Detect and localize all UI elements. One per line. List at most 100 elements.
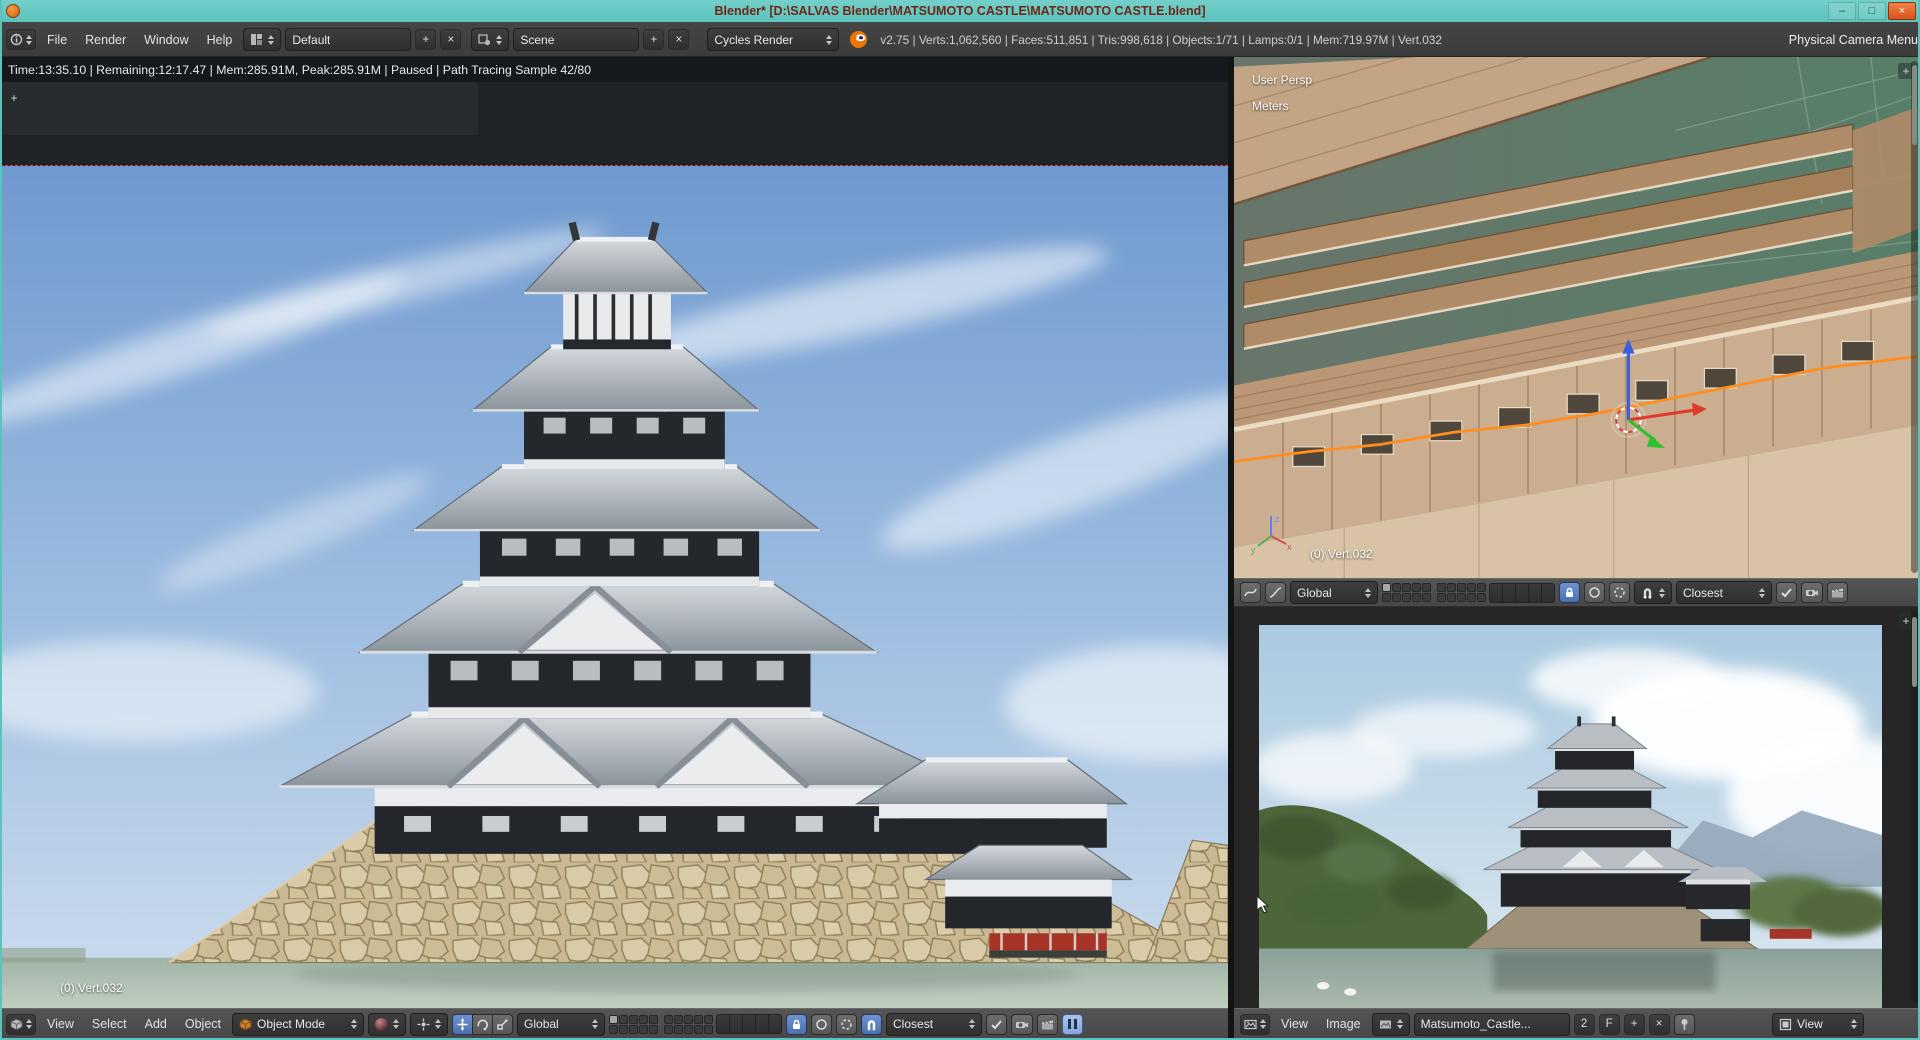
viewport-shading-select[interactable]: [368, 1013, 406, 1036]
pause-render-button[interactable]: [1062, 1014, 1083, 1035]
opengl-render-still-button[interactable]: [1011, 1014, 1033, 1035]
proportional-edit-toggle[interactable]: [811, 1014, 832, 1035]
display-mode-select[interactable]: View: [1772, 1013, 1864, 1036]
menu-select[interactable]: Select: [85, 1017, 134, 1031]
lock-to-scene-toggle[interactable]: [786, 1014, 807, 1035]
layer-cell[interactable]: [674, 1025, 683, 1034]
unlink-image-button[interactable]: ×: [1649, 1014, 1670, 1035]
layer-cell[interactable]: [1392, 583, 1401, 592]
slot-cell[interactable]: [768, 1014, 782, 1034]
menu-add[interactable]: Add: [138, 1017, 174, 1031]
opengl-render-anim-button[interactable]: [1827, 582, 1848, 603]
screen-layout-add-button[interactable]: +: [415, 29, 436, 50]
image-editor-scrollbar[interactable]: [1911, 611, 1918, 1003]
layer-cell[interactable]: [1392, 593, 1401, 602]
layer-cell[interactable]: [1422, 593, 1431, 602]
layer-cell[interactable]: [1382, 583, 1391, 592]
layer-cell[interactable]: [1402, 593, 1411, 602]
mode-select[interactable]: Object Mode: [232, 1013, 364, 1036]
layer-cell[interactable]: [704, 1025, 713, 1034]
image-name-field[interactable]: Matsumoto_Castle...: [1414, 1013, 1570, 1036]
fake-user-button[interactable]: F: [1599, 1014, 1620, 1035]
render-engine-select[interactable]: Cycles Render: [707, 28, 839, 51]
layer-cell[interactable]: [664, 1015, 673, 1024]
proportional-falloff-toggle[interactable]: [836, 1014, 857, 1035]
transform-orientation-select[interactable]: Global: [1290, 581, 1378, 604]
slot-cell[interactable]: [755, 1014, 769, 1034]
layer-cell[interactable]: [1412, 583, 1421, 592]
image-users-button[interactable]: 2: [1574, 1014, 1595, 1035]
opengl-render-anim-button[interactable]: [1037, 1014, 1058, 1035]
layer-cell[interactable]: [1437, 593, 1446, 602]
layer-cell[interactable]: [1477, 593, 1486, 602]
layer-cell[interactable]: [1447, 593, 1456, 602]
layer-cell[interactable]: [684, 1025, 693, 1034]
image-browse[interactable]: [1372, 1013, 1410, 1036]
scene-name[interactable]: Scene: [513, 28, 639, 51]
slot-cell[interactable]: [1541, 583, 1555, 603]
editor-type-button[interactable]: [6, 1014, 36, 1035]
menu-render[interactable]: Render: [78, 33, 133, 47]
layer-cell[interactable]: [1457, 593, 1466, 602]
pin-image-toggle[interactable]: [1674, 1014, 1695, 1035]
lock-to-scene-toggle[interactable]: [1559, 582, 1580, 603]
proportional-edit-toggle[interactable]: [1584, 582, 1605, 603]
layer-cell[interactable]: [1457, 583, 1466, 592]
layer-cell[interactable]: [619, 1025, 628, 1034]
maximize-button[interactable]: □: [1858, 2, 1886, 20]
proportional-falloff-toggle[interactable]: [1609, 582, 1630, 603]
layer-cell[interactable]: [649, 1015, 658, 1024]
screen-layout-browse[interactable]: [243, 28, 281, 51]
slot-cell[interactable]: [729, 1014, 743, 1034]
translate-manipulator-toggle[interactable]: [452, 1014, 473, 1035]
new-image-button[interactable]: +: [1624, 1014, 1645, 1035]
minimize-button[interactable]: –: [1828, 2, 1856, 20]
opengl-render-still-button[interactable]: [1801, 582, 1823, 603]
layer-cell[interactable]: [629, 1015, 638, 1024]
layer-cell[interactable]: [1382, 593, 1391, 602]
snap-element-select[interactable]: Closest: [886, 1013, 982, 1036]
viewport-3d[interactable]: User Persp Meters (0) Vert.032 z x y +: [1234, 57, 1920, 578]
scale-manipulator-toggle[interactable]: [492, 1014, 513, 1035]
proportional-curve-button[interactable]: [1265, 582, 1286, 603]
layer-cell[interactable]: [1447, 583, 1456, 592]
layer-cell[interactable]: [674, 1015, 683, 1024]
layer-cell[interactable]: [704, 1015, 713, 1024]
layer-cell[interactable]: [639, 1025, 648, 1034]
slot-cell[interactable]: [1489, 583, 1503, 603]
render-result-view[interactable]: +: [0, 82, 1228, 1008]
slot-cell[interactable]: [1528, 583, 1542, 603]
slot-cell[interactable]: [716, 1014, 730, 1034]
layer-cell[interactable]: [639, 1015, 648, 1024]
snap-element-select[interactable]: Closest: [1676, 581, 1772, 604]
menu-object[interactable]: Object: [178, 1017, 228, 1031]
layer-cell[interactable]: [664, 1025, 673, 1034]
layer-cell[interactable]: [1437, 583, 1446, 592]
layer-cell[interactable]: [1412, 593, 1421, 602]
layer-cell[interactable]: [1467, 593, 1476, 602]
pivot-point-select[interactable]: [410, 1013, 448, 1036]
layer-cell[interactable]: [694, 1025, 703, 1034]
layer-cell[interactable]: [649, 1025, 658, 1034]
layer-cell[interactable]: [629, 1025, 638, 1034]
layer-cell[interactable]: [1422, 583, 1431, 592]
layer-cell[interactable]: [1467, 583, 1476, 592]
layer-cell[interactable]: [684, 1015, 693, 1024]
image-editor[interactable]: +: [1234, 607, 1920, 1008]
menu-view[interactable]: View: [1274, 1017, 1315, 1031]
screen-layout-delete-button[interactable]: ×: [440, 29, 461, 50]
scene-add-button[interactable]: +: [643, 29, 664, 50]
close-button[interactable]: ×: [1888, 2, 1916, 20]
scene-browse[interactable]: [471, 28, 509, 51]
editor-type-button[interactable]: [6, 29, 36, 50]
titlebar[interactable]: Blender* [D:\SALVAS Blender\MATSUMOTO CA…: [0, 0, 1920, 22]
physical-camera-menu-label[interactable]: Physical Camera Menu: [1789, 33, 1920, 47]
snap-align-toggle[interactable]: [986, 1014, 1007, 1035]
layer-cell[interactable]: [694, 1015, 703, 1024]
slot-cell[interactable]: [742, 1014, 756, 1034]
layer-cell[interactable]: [619, 1015, 628, 1024]
menu-window[interactable]: Window: [137, 33, 195, 47]
menu-image[interactable]: Image: [1319, 1017, 1368, 1031]
scene-delete-button[interactable]: ×: [668, 29, 689, 50]
edge-slide-tool-button[interactable]: [1240, 582, 1261, 603]
